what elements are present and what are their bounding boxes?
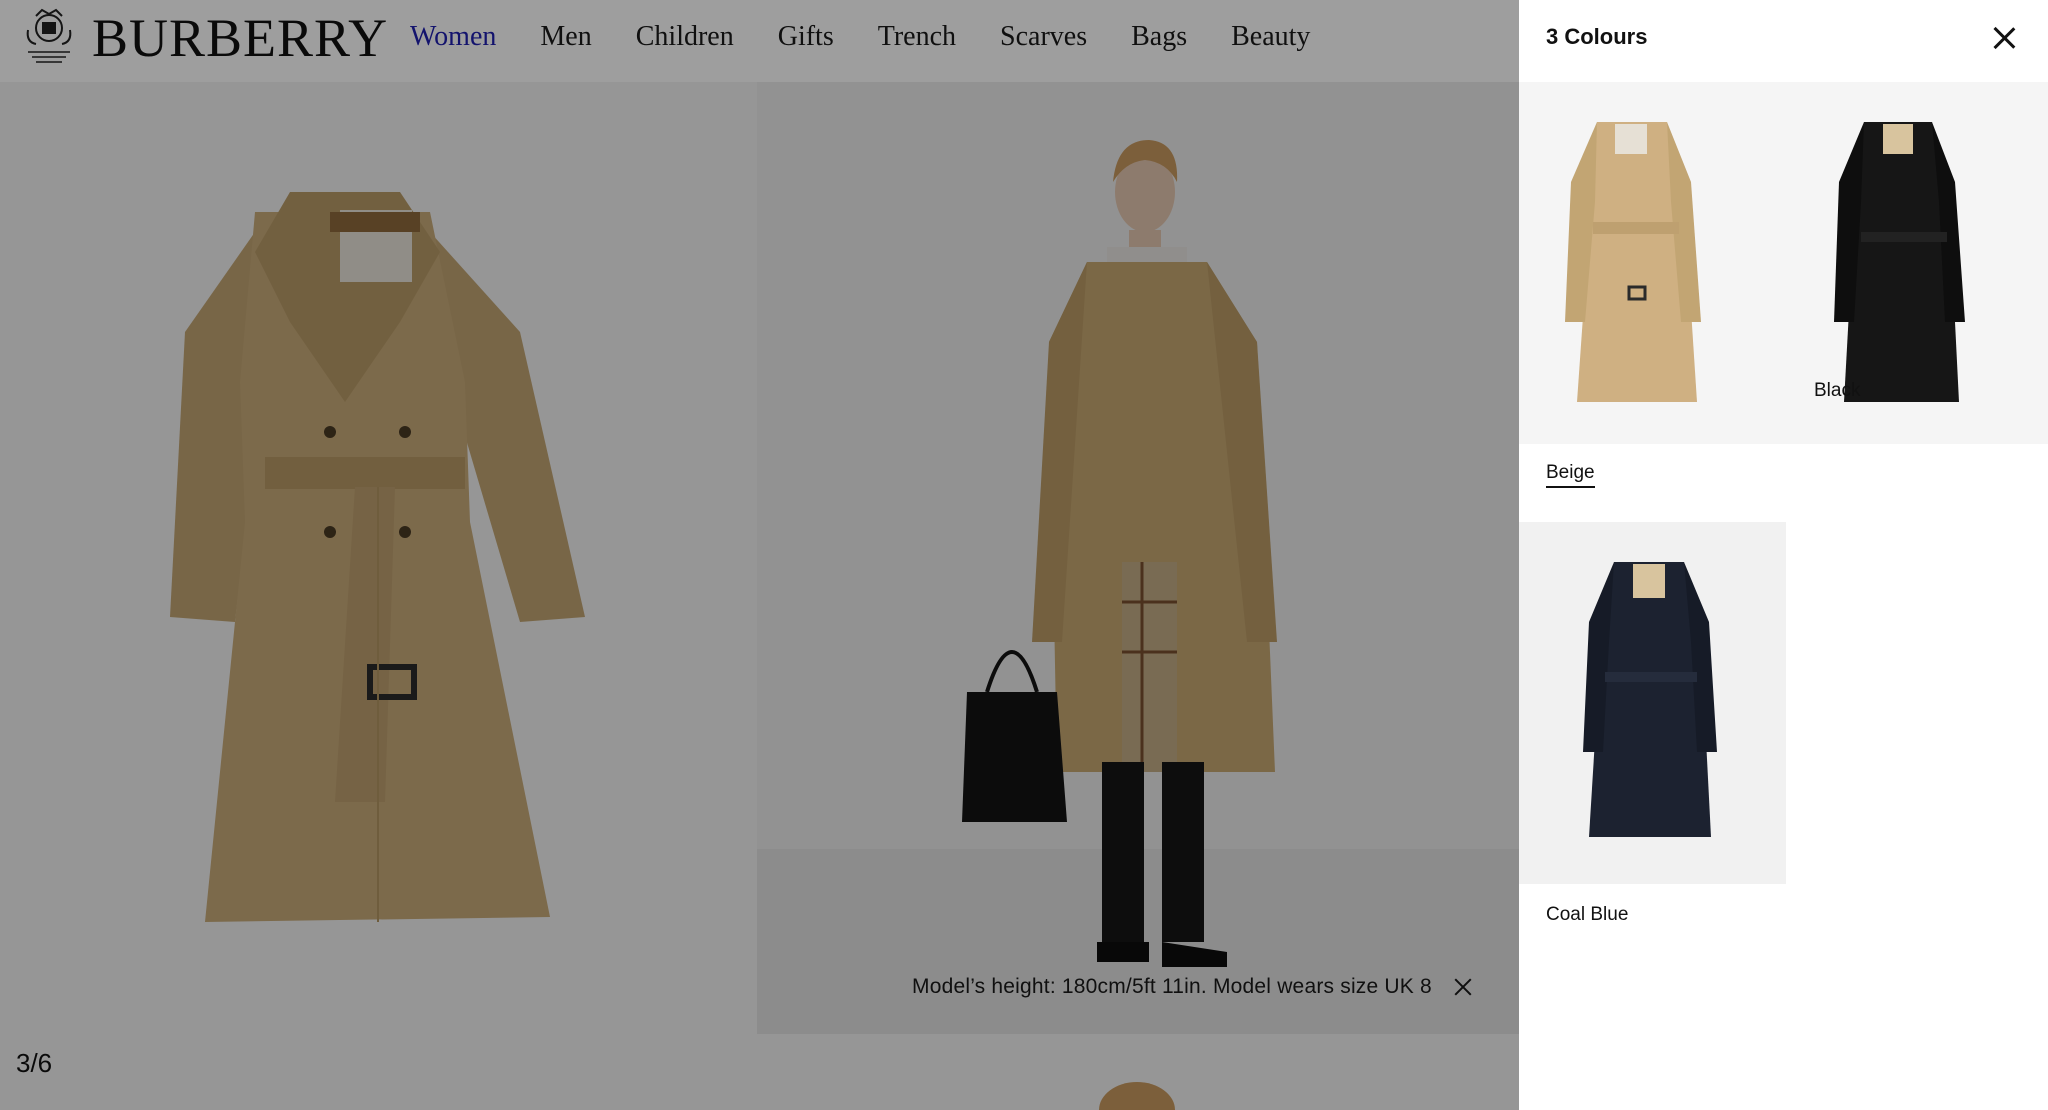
close-icon[interactable] — [1990, 24, 2018, 52]
modal-backdrop[interactable] — [0, 0, 1519, 1110]
swatch-label-black: Black — [1814, 380, 1861, 401]
drawer-title: 3 Colours — [1546, 24, 1648, 49]
colour-swatch-beige[interactable]: Beige — [1519, 82, 2048, 502]
swatch-label-beige: Beige — [1546, 462, 1595, 488]
colour-swatch-coal-blue[interactable]: Coal Blue — [1519, 522, 1786, 942]
product-page: BURBERRY Women Men Children Gifts Trench… — [0, 0, 1519, 1110]
colour-swatch-black[interactable]: Black — [1783, 380, 2048, 420]
swatch-label-coal-blue: Coal Blue — [1546, 904, 1629, 925]
swatch-image-coal-blue — [1519, 522, 1786, 884]
